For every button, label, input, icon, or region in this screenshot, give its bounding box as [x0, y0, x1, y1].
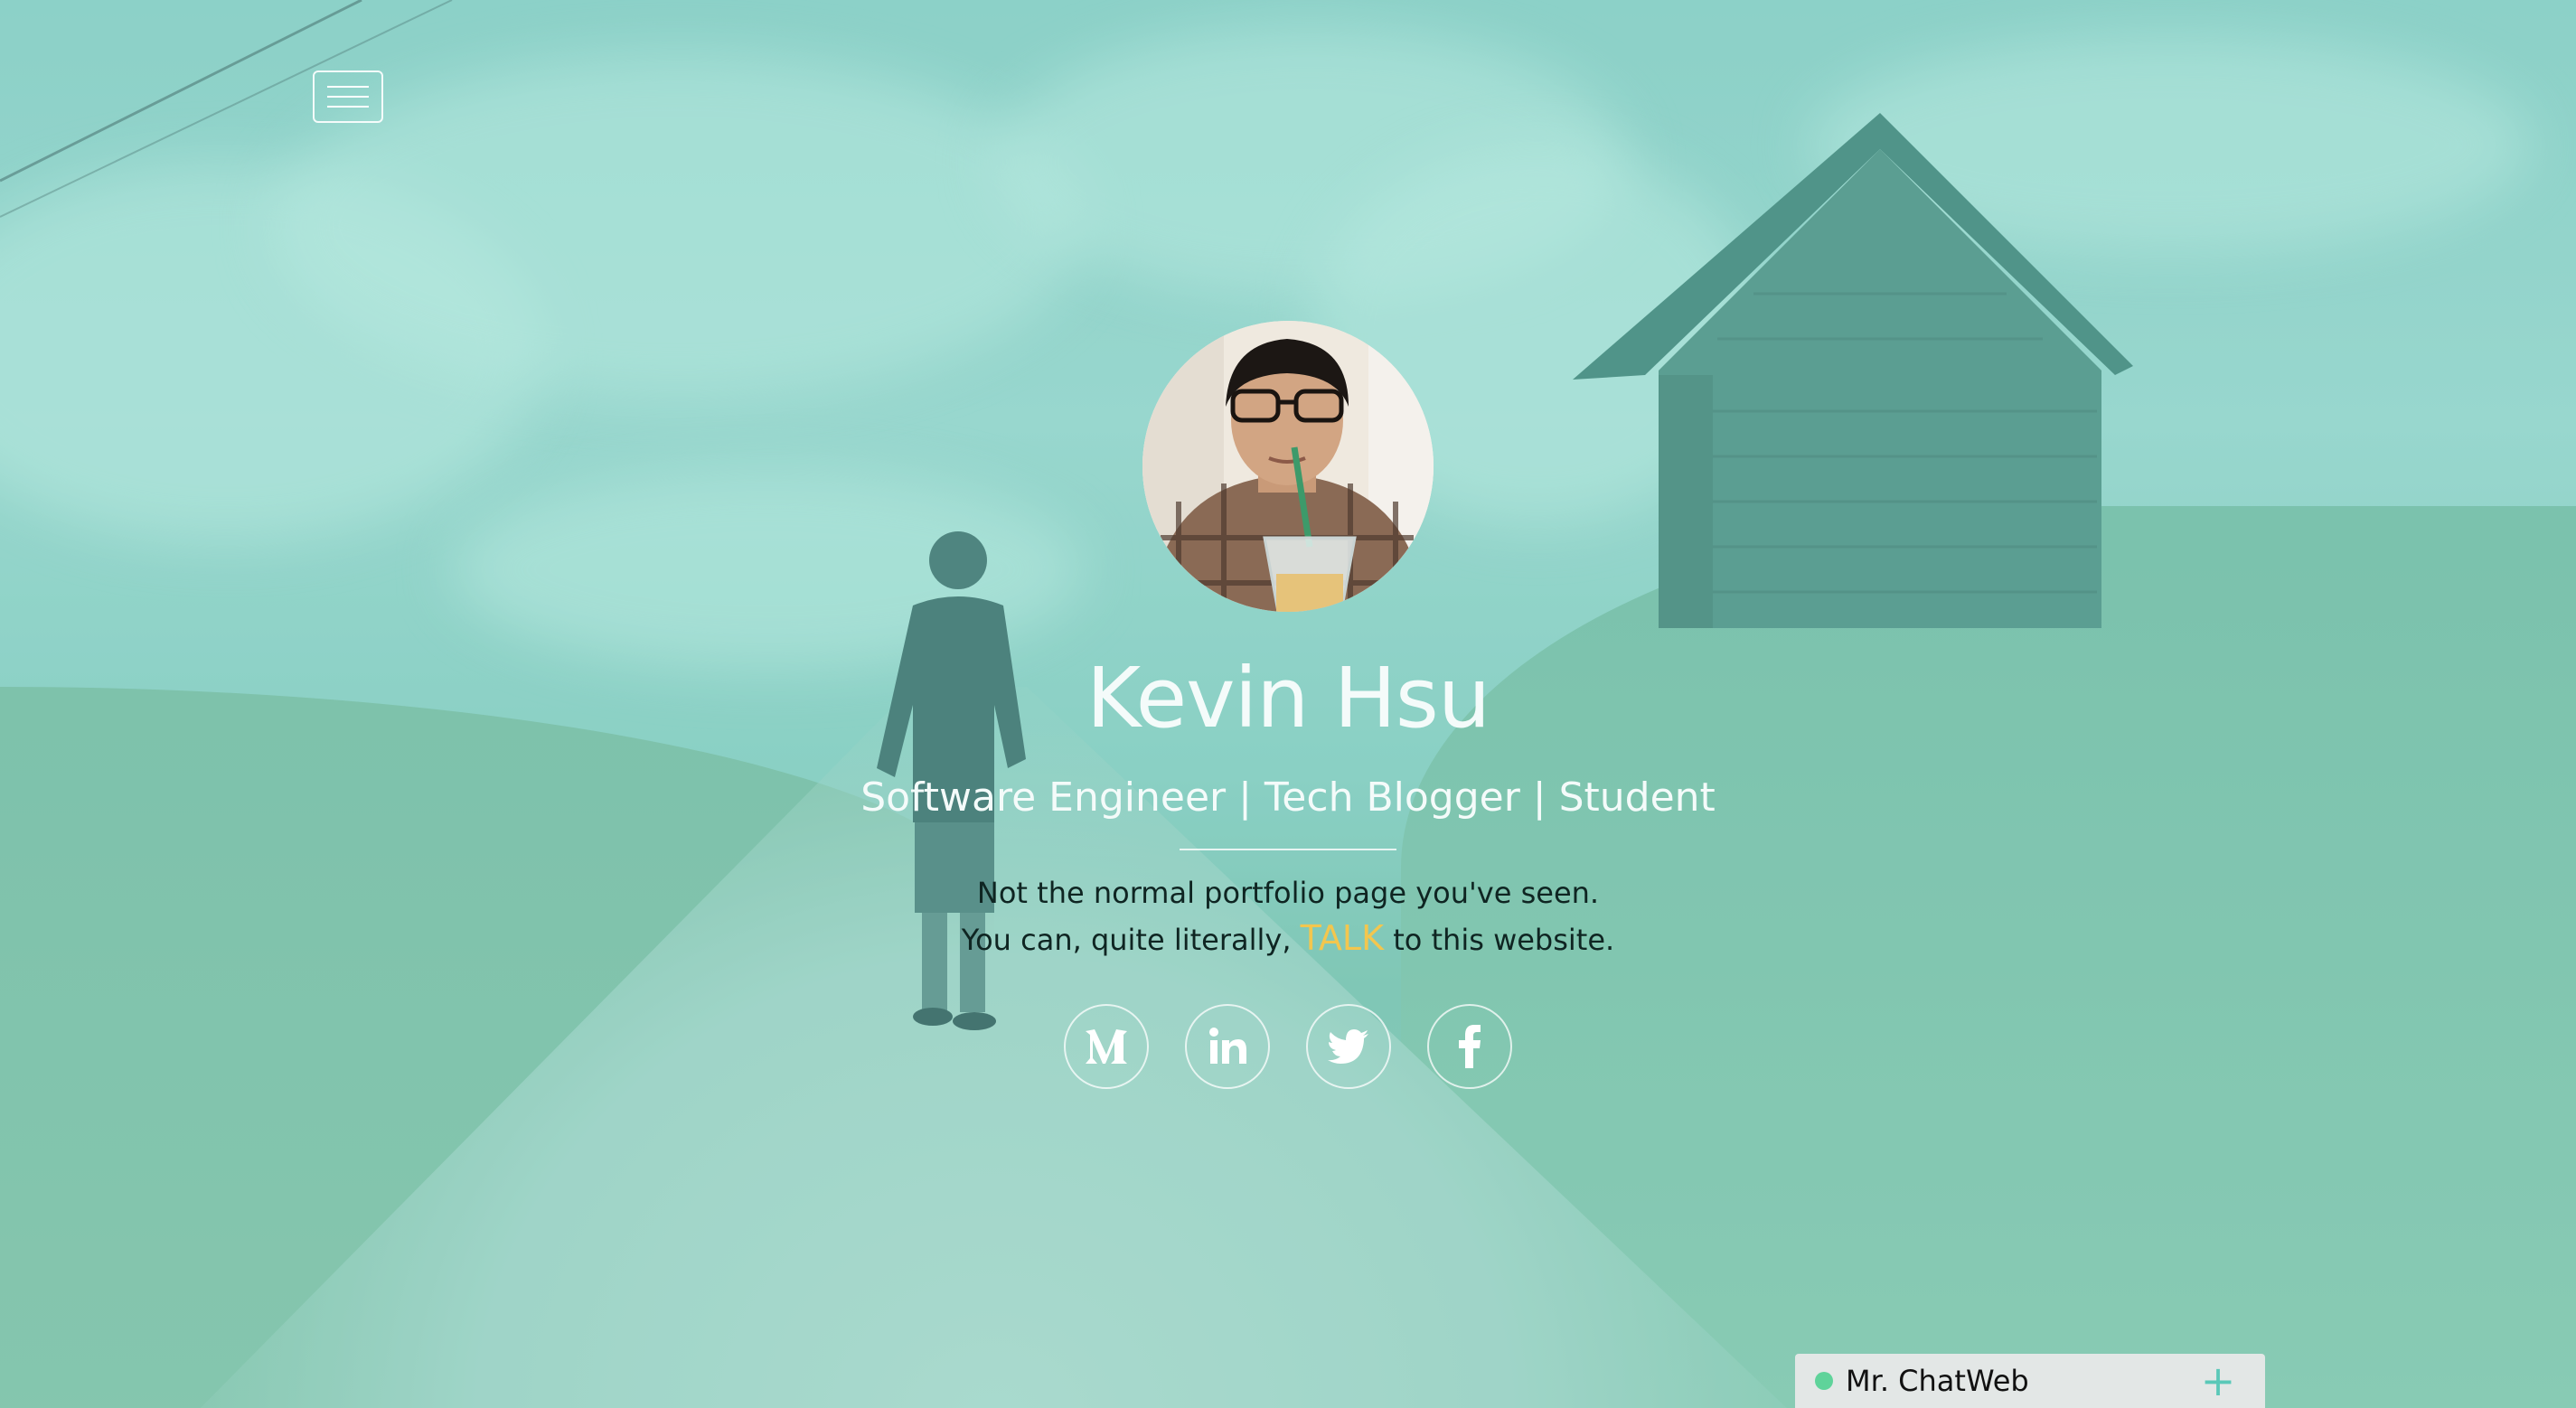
tagline-line-1: Not the normal portfolio page you've see… [976, 876, 1600, 910]
chat-title: Mr. ChatWeb [1846, 1364, 2029, 1398]
profile-roles: Software Engineer | Tech Blogger | Stude… [860, 774, 1716, 821]
linkedin-link[interactable] [1185, 1004, 1270, 1089]
hamburger-menu-icon [327, 86, 369, 88]
facebook-icon [1459, 1025, 1481, 1068]
hamburger-menu-button[interactable] [313, 70, 383, 123]
facebook-link[interactable] [1427, 1004, 1512, 1089]
tagline: Not the normal portfolio page you've see… [962, 870, 1614, 962]
twitter-icon [1328, 1029, 1368, 1064]
page-root: Kevin Hsu Software Engineer | Tech Blogg… [0, 0, 2576, 1408]
chat-widget-bar[interactable]: Mr. ChatWeb + [1795, 1354, 2265, 1408]
hero-section: Kevin Hsu Software Engineer | Tech Blogg… [0, 321, 2576, 1089]
divider [1180, 849, 1396, 850]
medium-link[interactable] [1064, 1004, 1149, 1089]
profile-name: Kevin Hsu [1086, 650, 1490, 746]
hamburger-bar [327, 96, 369, 98]
linkedin-icon [1209, 1028, 1246, 1064]
tagline-line-2-before: You can, quite literally, [961, 923, 1292, 957]
hamburger-bar [327, 106, 369, 108]
tagline-line-2: You can, quite literally, TALK to this w… [962, 915, 1614, 962]
social-links [1064, 1004, 1512, 1089]
online-status-dot [1815, 1372, 1833, 1390]
twitter-link[interactable] [1306, 1004, 1391, 1089]
talk-highlight: TALK [1300, 918, 1385, 958]
plus-icon[interactable]: + [2191, 1360, 2245, 1402]
medium-icon [1086, 1029, 1127, 1064]
avatar [1142, 321, 1434, 612]
tagline-line-2-after: to this website. [1393, 923, 1615, 957]
